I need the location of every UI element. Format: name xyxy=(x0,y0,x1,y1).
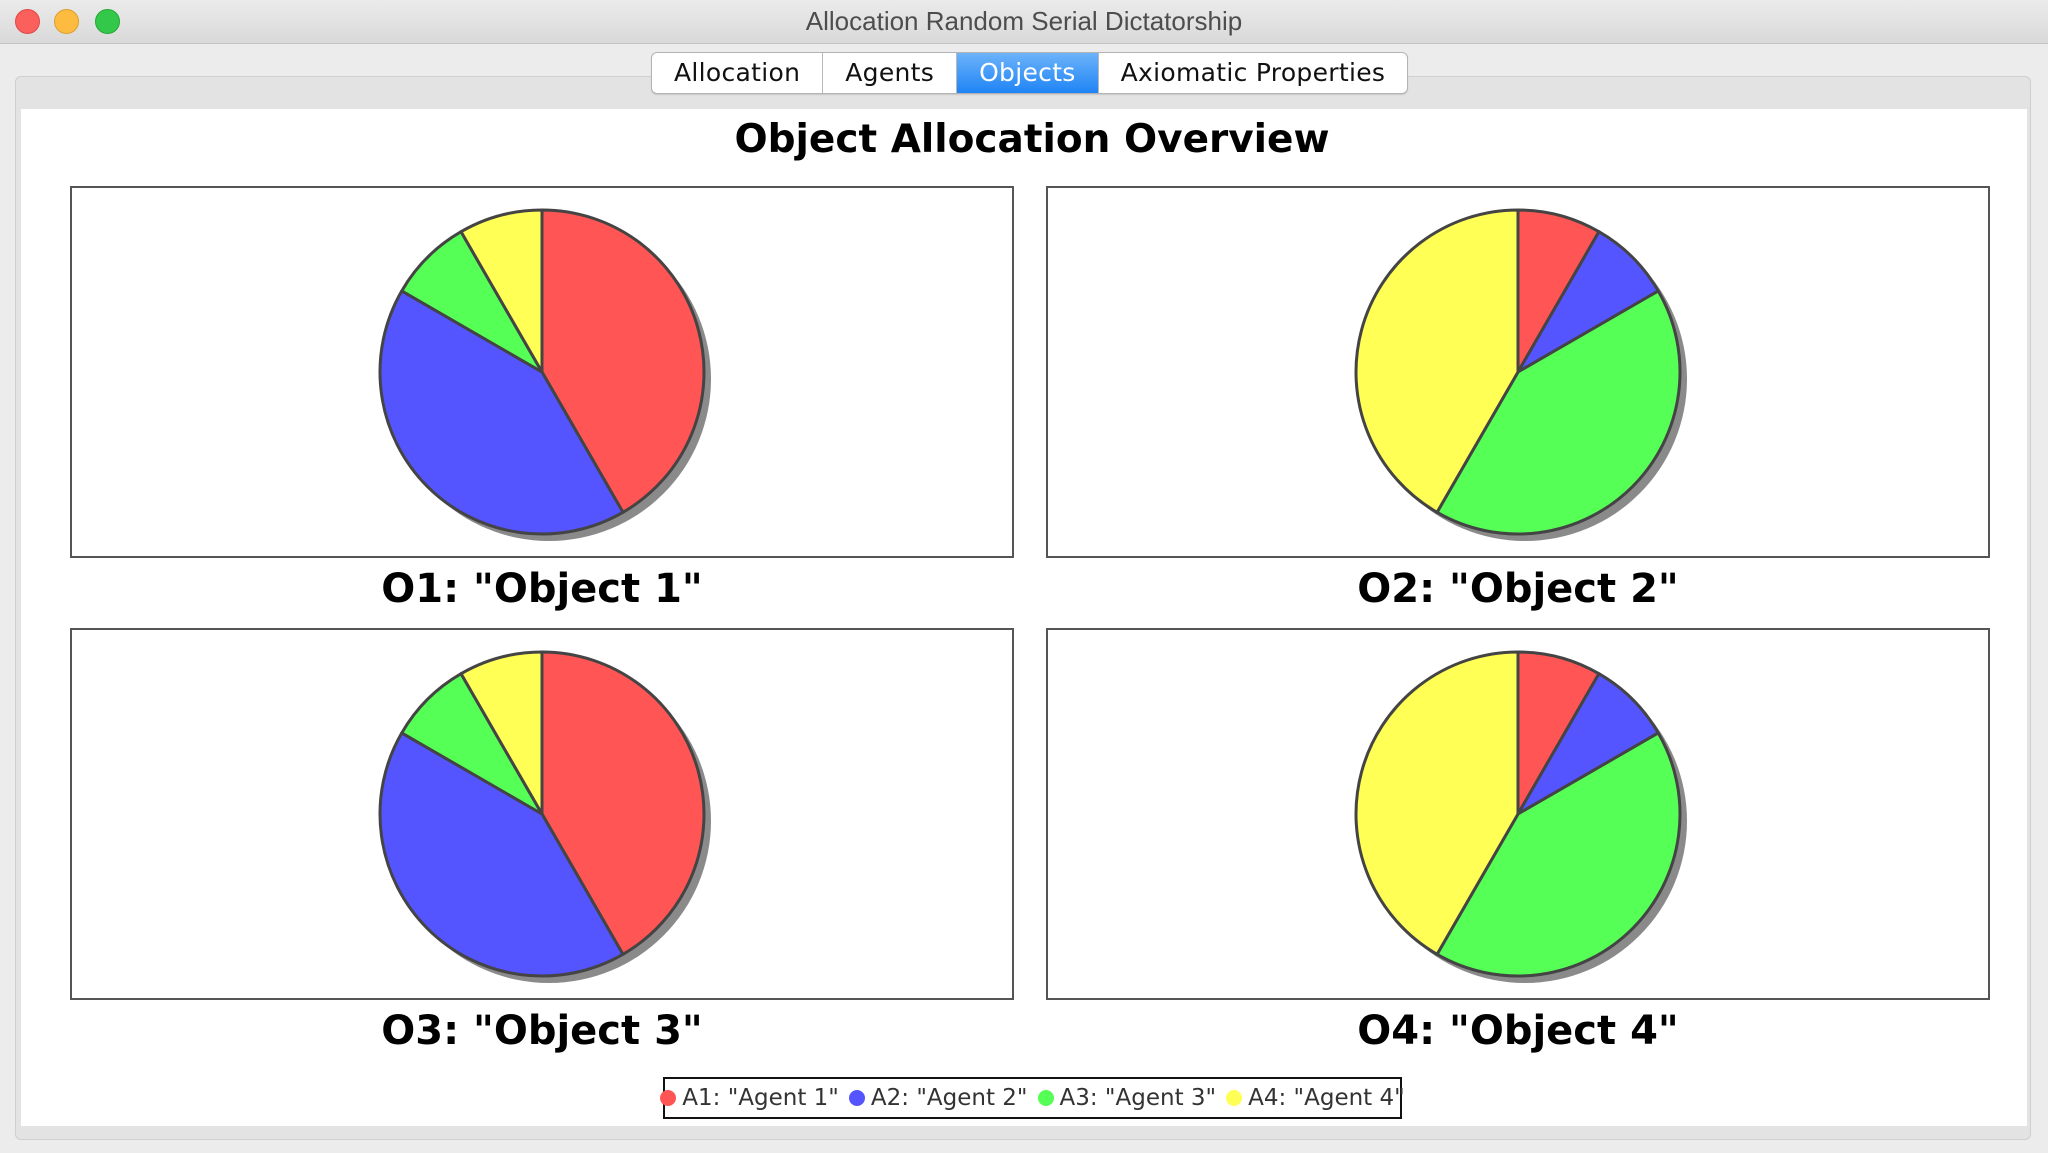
legend-item-agent-2: A2: "Agent 2" xyxy=(848,1085,1028,1111)
tab-bar: Allocation Agents Objects Axiomatic Prop… xyxy=(651,52,1409,94)
pie-chart-object-2-svg xyxy=(1354,208,1687,541)
legend-swatch-agent-4 xyxy=(1226,1090,1243,1106)
legend-label-agent-4: A4: "Agent 4" xyxy=(1248,1085,1405,1111)
legend-swatch-agent-2 xyxy=(848,1090,865,1106)
pie-chart-object-2 xyxy=(1046,186,1990,558)
pie-chart-object-3-svg xyxy=(378,650,711,983)
legend-label-agent-1: A1: "Agent 1" xyxy=(682,1085,839,1111)
legend-swatch-agent-1 xyxy=(660,1090,677,1106)
chart-legend: A1: "Agent 1" A2: "Agent 2" A3: "Agent 3… xyxy=(660,1077,1405,1119)
chart-title-object-3: O3: "Object 3" xyxy=(381,1008,703,1054)
legend-label-agent-3: A3: "Agent 3" xyxy=(1059,1085,1217,1111)
chart-title-object-2: O2: "Object 2" xyxy=(1357,566,1679,612)
pie-chart-object-1-svg xyxy=(378,208,711,541)
pie-chart-object-1 xyxy=(70,186,1014,558)
legend-item-agent-1: A1: "Agent 1" xyxy=(660,1085,839,1111)
pie-chart-object-4-svg xyxy=(1354,650,1687,983)
legend-label-agent-2: A2: "Agent 2" xyxy=(870,1085,1028,1111)
chart-title-object-1: O1: "Object 1" xyxy=(381,566,703,612)
tab-axiomatic-properties[interactable]: Axiomatic Properties xyxy=(1099,53,1408,93)
legend-item-agent-3: A3: "Agent 3" xyxy=(1037,1085,1217,1111)
overview-title: Object Allocation Overview xyxy=(734,117,1330,162)
chart-title-object-4: O4: "Object 4" xyxy=(1357,1008,1679,1054)
window-titlebar: Allocation Random Serial Dictatorship xyxy=(0,0,2048,44)
tab-agents[interactable]: Agents xyxy=(823,53,958,93)
legend-swatch-agent-3 xyxy=(1037,1090,1054,1106)
tab-allocation[interactable]: Allocation xyxy=(652,53,824,93)
pie-chart-object-3 xyxy=(70,628,1014,1000)
pie-chart-object-4 xyxy=(1046,628,1990,1000)
window-title: Allocation Random Serial Dictatorship xyxy=(805,6,1243,36)
tab-objects[interactable]: Objects xyxy=(957,53,1099,93)
legend-item-agent-4: A4: "Agent 4" xyxy=(1226,1085,1405,1111)
